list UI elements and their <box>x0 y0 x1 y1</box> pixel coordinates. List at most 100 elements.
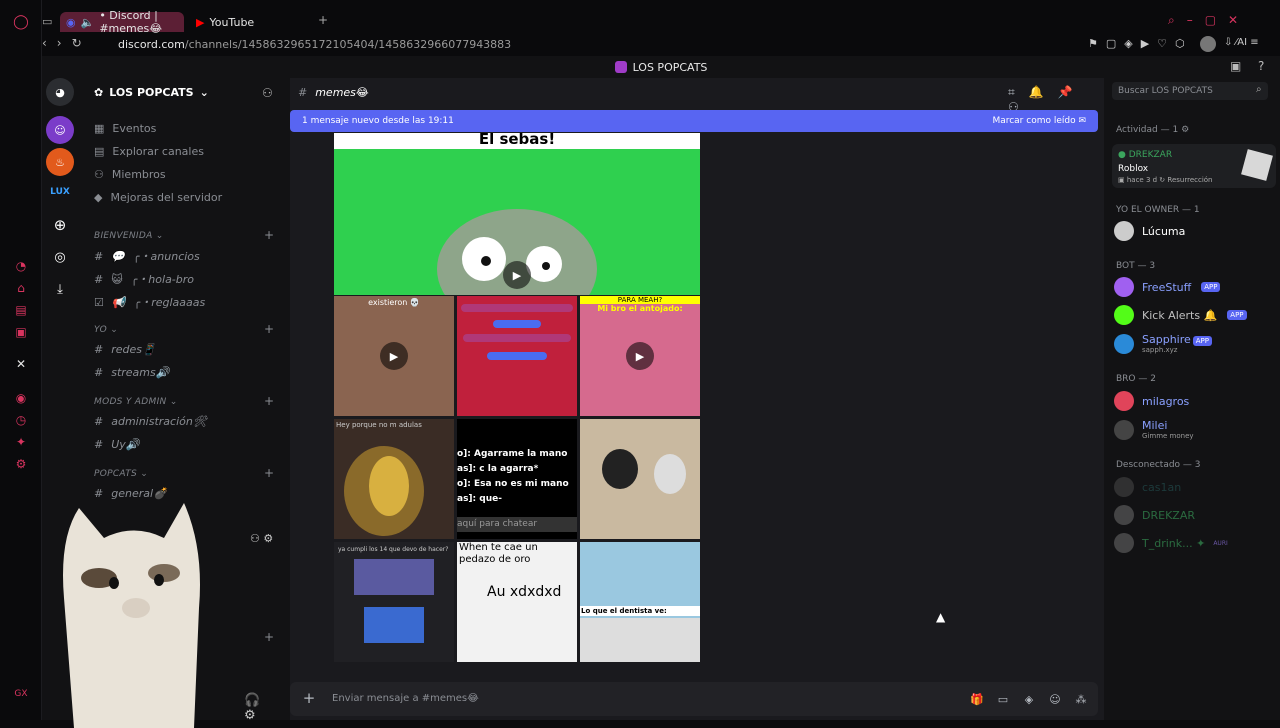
server-lux[interactable]: LUX <box>46 178 74 206</box>
extensions-icon[interactable]: ✦ <box>13 434 29 450</box>
media-tile-7[interactable]: ya cumpli los 14 que devo de hacer? <box>334 542 454 662</box>
media-tile-9[interactable]: Lo que el dentista ve: <box>580 542 700 662</box>
main-media[interactable]: El sebas! ▶ <box>334 133 700 295</box>
category-mods[interactable]: MODS Y ADMIN ⌄ <box>94 397 178 407</box>
new-messages-banner[interactable]: 1 mensaje nuevo desde las 19:11 Marcar c… <box>290 110 1098 132</box>
nav-boosts[interactable]: ◆ Mejoras del servidor <box>94 191 222 204</box>
add-channel-button[interactable]: + <box>264 394 274 408</box>
add-channel-button[interactable]: + <box>264 322 274 336</box>
tab-label: • Discord | #memes😂 <box>99 9 163 35</box>
avatar <box>1114 305 1134 325</box>
x-twitter-icon[interactable]: ✕ <box>13 356 29 372</box>
server-name-header[interactable]: ✿ LOS POPCATS ⌄ <box>94 86 209 99</box>
play-button[interactable]: ▶ <box>380 342 408 370</box>
inbox-icon[interactable]: ▣ <box>1230 59 1241 73</box>
nav-buttons[interactable]: ‹›↻ <box>42 36 92 50</box>
member-tdrink[interactable]: T_drink... ✦ AURI <box>1114 533 1228 553</box>
chat-bubble <box>463 334 571 342</box>
member-name: DREKZAR <box>1142 508 1195 522</box>
add-channel-button[interactable]: + <box>264 630 274 644</box>
member-cas1an[interactable]: cas1an <box>1114 477 1181 497</box>
boost-icon: ◆ <box>94 191 103 204</box>
channel-hola-bro[interactable]: # 😺 ╭・hola-bro <box>94 271 194 287</box>
url-host: discord.com <box>118 38 185 51</box>
sticker-icon[interactable]: ◈ <box>1022 693 1036 707</box>
download-icon[interactable]: ⤓ <box>46 275 74 303</box>
channel-settings-icon[interactable]: ⚇ ⚙ <box>250 532 273 545</box>
channel-label: ╭・reglaaaas <box>133 296 206 309</box>
new-tab-button[interactable]: + <box>318 13 328 27</box>
nav-explore[interactable]: ▤ Explorar canales <box>94 145 204 158</box>
members-icon: ⚇ <box>94 168 104 181</box>
media-tile-1[interactable]: existieron 💀 ▶ <box>334 296 454 416</box>
play-button[interactable]: ▶ <box>626 342 654 370</box>
window-controls[interactable]: ⌕–▢✕ <box>1168 13 1250 28</box>
channel-admin[interactable]: # administración🛠 <box>94 415 207 428</box>
help-icon[interactable]: ? <box>1258 59 1264 73</box>
bag-icon[interactable]: ⌂ <box>13 280 29 296</box>
speaker-icon[interactable]: 🔈 <box>81 16 95 29</box>
category-bienvenida[interactable]: BIENVENIDA ⌄ <box>94 231 164 241</box>
speed-dial-icon[interactable]: ◔ <box>13 258 29 274</box>
message-input[interactable]: Enviar mensaje a #memes😂 <box>332 693 479 704</box>
channel-uy[interactable]: # Uy🔊 <box>94 438 139 451</box>
opera-logo-icon[interactable]: ◯ <box>13 14 29 30</box>
discord-favicon-icon: ◉ <box>66 15 76 29</box>
media-tile-4[interactable]: Hey porque no m adulas <box>334 419 454 539</box>
tab-youtube[interactable]: ▶ YouTube <box>190 12 310 32</box>
add-channel-button[interactable]: + <box>264 466 274 480</box>
invite-icon[interactable]: ⚇ <box>262 86 273 100</box>
user-controls[interactable]: 🎧⚙ <box>244 693 280 723</box>
window-title: LOS POPCATS ▣ ? <box>42 56 1280 78</box>
channel-anuncios[interactable]: # 💬 ╭・anuncios <box>94 248 200 264</box>
activity-card[interactable]: ● DREKZAR Roblox ▣ hace 3 d ↻ Resurrecci… <box>1112 144 1276 188</box>
url-field[interactable]: discord.com/channels/1458632965172105404… <box>118 38 511 51</box>
settings-icon[interactable]: ⚙ <box>13 456 29 472</box>
tab-list-icon[interactable]: ▭ <box>42 15 52 28</box>
add-server-icon[interactable]: ⊕ <box>46 211 74 239</box>
media-tile-8[interactable]: When te cae un pedazo de oro Au xdxdxd <box>457 542 577 662</box>
extension-icons[interactable]: ⚑▢◈▶♡⬡ <box>1088 37 1193 50</box>
member-kick-alerts[interactable]: Kick Alerts 🔔 APP <box>1114 305 1247 325</box>
discord-home-icon[interactable]: ◕ <box>46 78 74 106</box>
apps-icon[interactable]: ⁂ <box>1074 693 1088 707</box>
attach-button[interactable]: + <box>302 689 316 707</box>
channel-reglas[interactable]: ☑ 📢 ╭・reglaaaas <box>94 294 205 310</box>
nav-events[interactable]: ▦ Eventos <box>94 122 156 135</box>
gif-icon[interactable]: ▭ <box>996 693 1010 707</box>
channel-redes[interactable]: # redes📱 <box>94 343 156 356</box>
ai-icon[interactable]: ⇩ ⁄AI ≡ <box>1224 37 1259 48</box>
media-tile-2[interactable] <box>457 296 577 416</box>
add-channel-button[interactable]: + <box>264 228 274 242</box>
member-sapphire[interactable]: Sapphire APP sapph.xyz <box>1114 333 1212 354</box>
media-tile-3[interactable]: PARA MEAH? Mi bro el antojado: ▶ <box>580 296 700 416</box>
channel-streams[interactable]: # streams🔊 <box>94 366 169 379</box>
category-yo[interactable]: YO ⌄ <box>94 325 118 335</box>
gift-icon[interactable]: 🎁 <box>970 693 984 707</box>
media-tile-6[interactable] <box>580 419 700 539</box>
history-icon[interactable]: ◷ <box>13 412 29 428</box>
search-input[interactable]: Buscar LOS POPCATS <box>1112 82 1268 100</box>
mark-read-button[interactable]: Marcar como leído ✉ <box>992 116 1086 126</box>
member-freestuff[interactable]: FreeStuff APP <box>1114 277 1221 297</box>
emoji-icon[interactable]: ☺ <box>1048 693 1062 707</box>
news-icon[interactable]: ▤ <box>13 302 29 318</box>
app-badge: APP <box>1227 310 1247 320</box>
nav-members[interactable]: ⚇ Miembros <box>94 168 166 181</box>
server-popcats[interactable]: ☺ <box>46 116 74 144</box>
member-drekzar[interactable]: DREKZAR <box>1114 505 1195 525</box>
member-lucuma[interactable]: Lúcuma <box>1114 221 1185 241</box>
avatar <box>1114 533 1134 553</box>
member-milagros[interactable]: milagros <box>1114 391 1189 411</box>
explore-icon[interactable]: ◎ <box>46 243 74 271</box>
messenger-icon[interactable]: ▣ <box>13 324 29 340</box>
media-tile-5[interactable]: o]: Agarrame la mano as]: c la agarra* o… <box>457 419 577 539</box>
profile-avatar[interactable] <box>1200 36 1216 52</box>
member-milei[interactable]: Milei Gimme money <box>1114 419 1194 440</box>
play-button[interactable]: ▶ <box>503 261 531 289</box>
server-fire[interactable]: ♨ <box>46 148 74 176</box>
tile-caption: as]: que- <box>457 494 502 504</box>
player-icon[interactable]: ◉ <box>13 390 29 406</box>
owner-header: YO EL OWNER — 1 <box>1116 205 1200 215</box>
tab-discord[interactable]: ◉ 🔈 • Discord | #memes😂 <box>60 9 184 35</box>
